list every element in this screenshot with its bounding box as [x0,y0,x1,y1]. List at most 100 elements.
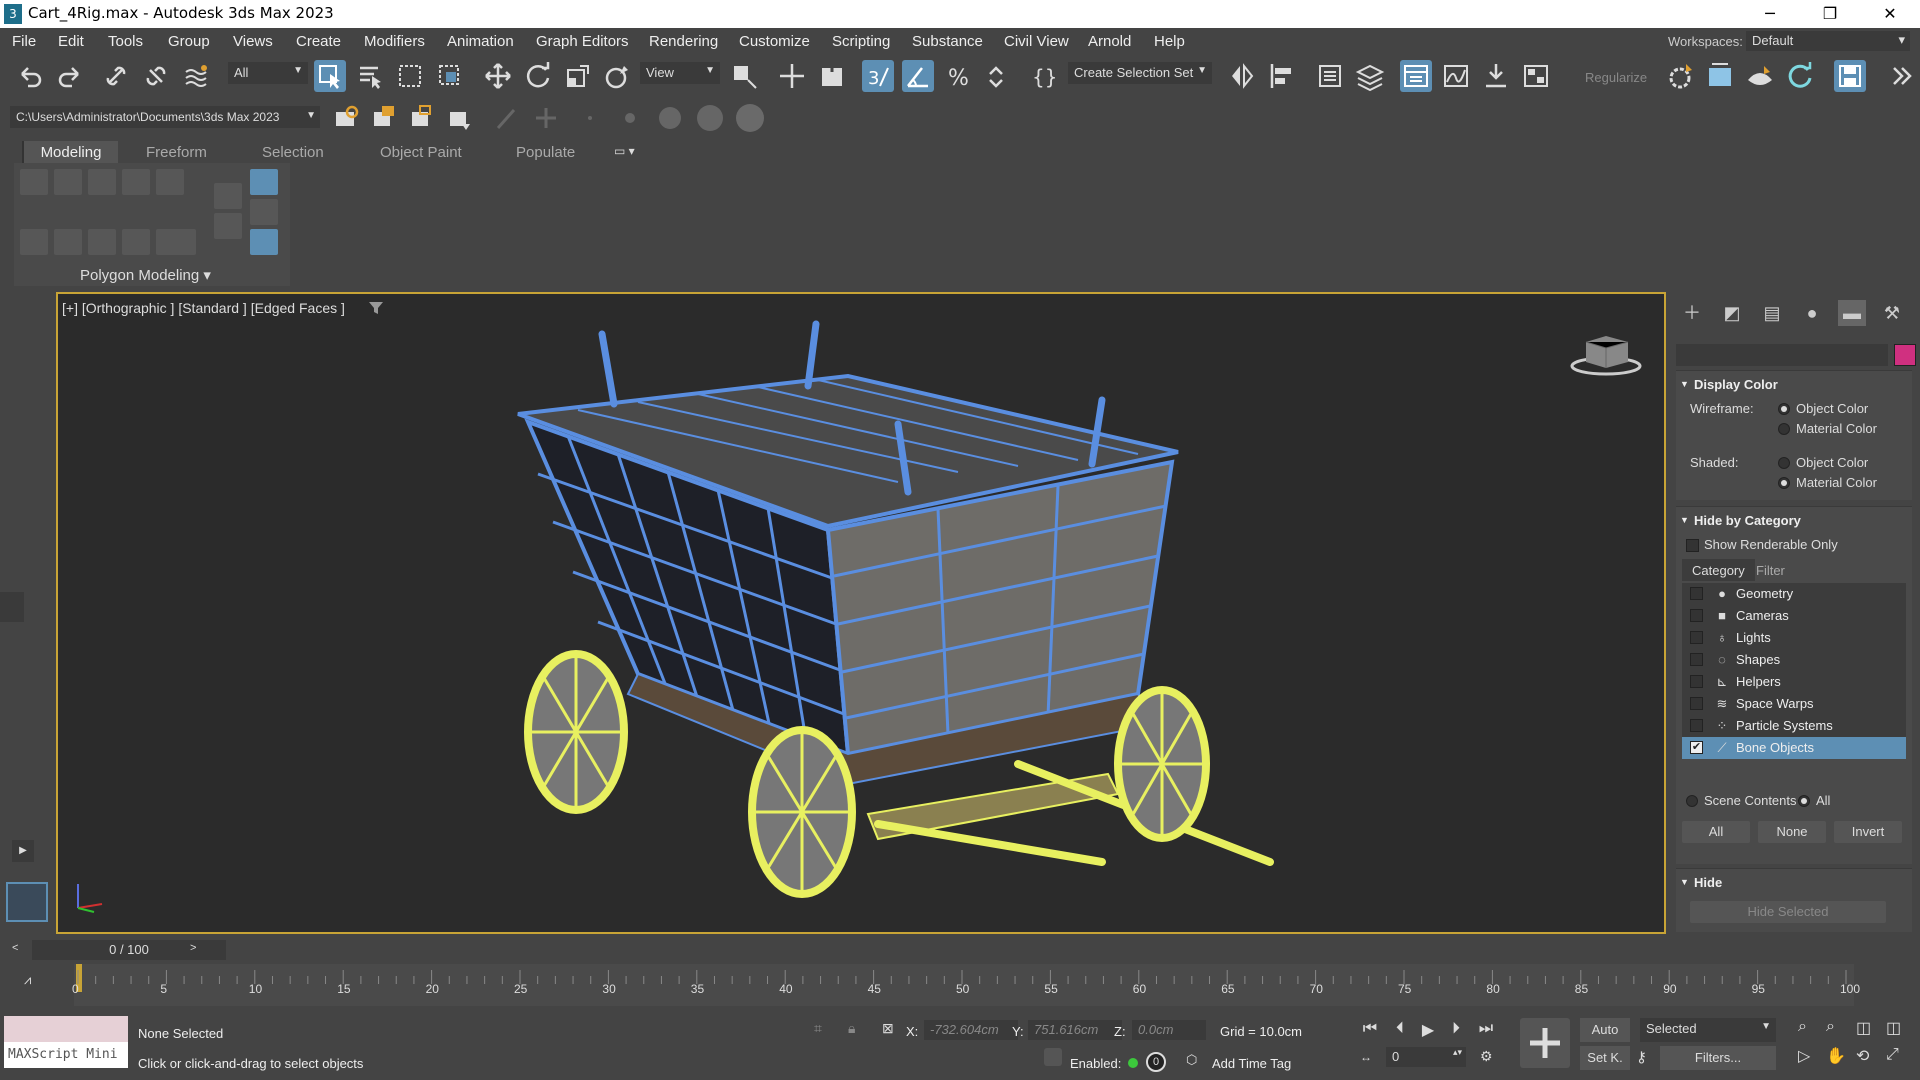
all-radio[interactable] [1798,795,1810,807]
isolate-selection-icon[interactable]: ⌗ [814,1020,836,1040]
rb-modify-mode-icon[interactable] [214,183,242,209]
scale-icon[interactable] [562,60,594,92]
z-coordinate-field[interactable]: 0.0cm [1132,1020,1206,1040]
viewport[interactable]: [+] [Orthographic ] [Standard ] [Edged F… [56,292,1666,934]
layer-explorer-icon[interactable] [1354,60,1386,92]
angle-snap-icon[interactable] [902,60,934,92]
zoom-icon[interactable]: ⌕ [1798,1018,1807,1036]
key-filter-dropdown[interactable]: Selected ▼ [1640,1018,1776,1042]
menu-animation[interactable]: Animation [447,33,514,50]
ribbon-options-icon[interactable]: ▭ ▾ [614,141,635,163]
absolute-mode-icon[interactable]: ⊠ [882,1020,904,1040]
tab-modeling[interactable]: Modeling [22,141,118,163]
viewport-layout-tab[interactable]: ▶ [12,840,34,862]
undo-icon[interactable] [14,60,46,92]
menu-substance[interactable]: Substance [912,33,983,50]
wireframe-material-color-label[interactable]: Material Color [1796,421,1877,436]
display-panel-icon[interactable]: ▬ [1838,300,1866,326]
menu-scripting[interactable]: Scripting [832,33,890,50]
cart-model[interactable] [58,294,1666,934]
wireframe-material-color-radio[interactable] [1778,423,1790,435]
place-icon[interactable] [602,60,634,92]
menu-modifiers[interactable]: Modifiers [364,33,425,50]
key-filters-button[interactable]: Filters... [1660,1046,1776,1070]
rb-toggle-5-icon[interactable] [156,229,196,255]
category-row-cameras[interactable]: ■ Cameras [1682,605,1906,627]
container-close-icon[interactable] [444,102,476,134]
percent-snap-icon[interactable]: % [942,60,974,92]
pivot-center-icon[interactable] [728,60,760,92]
display-color-title[interactable]: Display Color [1676,371,1912,396]
maxscript-listener[interactable]: MAXScript Mini [4,1016,128,1068]
category-row-bone-objects[interactable]: ✔ ⟋ Bone Objects [1682,737,1906,759]
category-checkbox[interactable] [1690,587,1703,600]
rb-stack-bottom-icon[interactable] [250,229,278,255]
prev-key-icon[interactable]: ⏴ [1388,1020,1412,1042]
key-mode-toggle-icon[interactable]: ⚷ [1636,1048,1647,1066]
create-panel-icon[interactable]: ＋ [1678,300,1706,326]
mirror-icon[interactable] [1226,60,1258,92]
menu-group[interactable]: Group [168,33,210,50]
zoom-extents-all-icon[interactable]: ◫ [1886,1018,1901,1038]
app-icon[interactable]: 3 [4,4,22,24]
tab-freeform[interactable]: Freeform [146,141,207,163]
all-radio-label[interactable]: All [1816,793,1830,808]
toolbar-overflow-icon[interactable] [1886,60,1918,92]
curve-editor-mini-icon[interactable]: ⩘ [24,972,48,992]
menu-create[interactable]: Create [296,33,341,50]
wireframe-object-color-label[interactable]: Object Color [1796,401,1868,416]
object-name-field[interactable] [1676,344,1888,366]
category-checkbox[interactable] [1690,719,1703,732]
keyboard-shortcut-override-icon[interactable] [816,60,848,92]
maxscript-mini-label[interactable]: MAXScript Mini [4,1042,128,1068]
rb-toggle-4-icon[interactable] [122,229,150,255]
show-renderable-only-checkbox[interactable] [1686,539,1699,552]
add-time-tag[interactable]: Add Time Tag [1212,1056,1291,1071]
pan-icon[interactable]: ✋ [1826,1046,1846,1066]
select-manipulate-icon[interactable] [776,60,808,92]
shaded-object-color-radio[interactable] [1778,457,1790,469]
motion-panel-icon[interactable]: ● [1798,300,1826,326]
hide-title[interactable]: Hide [1676,869,1912,894]
container-open-icon[interactable] [406,102,438,134]
set-key-button[interactable]: Set K. [1580,1046,1630,1070]
maxscript-output[interactable] [4,1016,128,1042]
menu-customize[interactable]: Customize [739,33,810,50]
scene-contents-radio[interactable] [1686,795,1698,807]
auto-key-button[interactable]: Auto [1580,1018,1630,1042]
enabled-toggle[interactable]: 0 [1146,1052,1166,1072]
category-invert-button[interactable]: Invert [1834,821,1902,843]
tab-filter[interactable]: Filter [1746,559,1795,581]
shaded-material-color-radio[interactable] [1778,477,1790,489]
field-of-view-icon[interactable]: ▷ [1798,1046,1810,1066]
link-icon[interactable] [100,60,132,92]
curve-editor-icon[interactable] [1440,60,1472,92]
scene-contents-label[interactable]: Scene Contents [1704,793,1797,808]
rb-toggle-3-icon[interactable] [88,229,116,255]
next-frame-icon[interactable]: > [190,942,206,958]
spinner-snap-icon[interactable] [982,60,1014,92]
create-selection-set-dropdown[interactable]: Create Selection Set ▼ [1068,62,1212,84]
menu-rendering[interactable]: Rendering [649,33,718,50]
set-project-folder-icon[interactable] [330,102,362,134]
rb-polygon-icon[interactable] [122,169,150,195]
rb-vertex-icon[interactable] [20,169,48,195]
menu-edit[interactable]: Edit [58,33,84,50]
adaptive-degradation-icon[interactable] [1044,1048,1062,1066]
rect-selection-region-icon[interactable] [394,60,426,92]
menu-help[interactable]: Help [1154,33,1185,50]
hide-selected-button[interactable]: Hide Selected [1690,901,1886,923]
edit-named-selection-icon[interactable]: {} [1028,60,1060,92]
category-none-button[interactable]: None [1758,821,1826,843]
goto-start-icon[interactable]: ⏮ [1358,1020,1382,1042]
modify-panel-icon[interactable]: ◩ [1718,300,1746,326]
x-coordinate-field[interactable]: -732.604cm [924,1020,1018,1040]
category-row-space-warps[interactable]: ≋ Space Warps [1682,693,1906,715]
viewport-layout-icon[interactable] [6,882,48,922]
rendered-frame-window-icon[interactable] [1704,60,1736,92]
goto-end-icon[interactable]: ⏭ [1474,1020,1498,1042]
category-row-helpers[interactable]: ⊾ Helpers [1682,671,1906,693]
y-coordinate-field[interactable]: 751.616cm [1028,1020,1122,1040]
hierarchy-panel-icon[interactable]: ▤ [1758,300,1786,326]
rb-toggle-1-icon[interactable] [20,229,48,255]
